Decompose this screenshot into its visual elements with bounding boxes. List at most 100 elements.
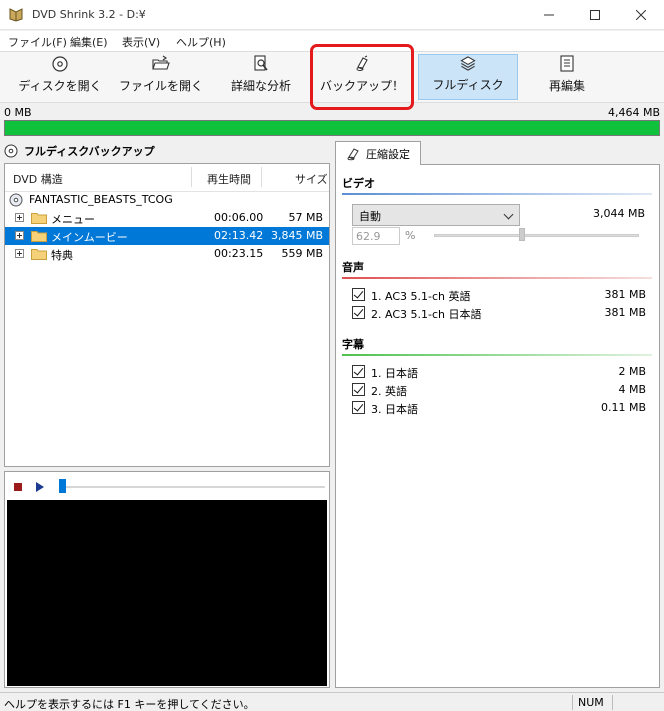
- title-duration: 00:23.15: [214, 247, 264, 260]
- column-duration[interactable]: 再生時間: [207, 171, 251, 187]
- list-document-icon: [560, 55, 574, 72]
- play-icon[interactable]: [36, 482, 44, 492]
- analysis-button[interactable]: 詳細な分析: [222, 54, 300, 100]
- video-ratio-slider-track[interactable]: [434, 234, 639, 237]
- column-divider[interactable]: [261, 167, 262, 187]
- expand-icon[interactable]: [15, 213, 24, 222]
- subtitle-checkbox[interactable]: [352, 383, 365, 396]
- expand-icon[interactable]: [15, 231, 24, 240]
- subtitle-row[interactable]: 3. 日本語 0.11 MB: [352, 399, 646, 417]
- audio-track-size: 381 MB: [604, 306, 646, 319]
- seek-track[interactable]: [61, 486, 325, 488]
- column-structure[interactable]: DVD 構造: [13, 171, 63, 187]
- subtitle-label: 1. 日本語: [371, 367, 418, 380]
- dvd-disc-icon: [9, 193, 23, 207]
- subtitle-section-title: 字幕: [342, 338, 364, 351]
- dvd-structure-panel: DVD 構造 再生時間 サイズ FANTASTIC_BEASTS_TCOG メニ…: [4, 163, 330, 467]
- menu-help[interactable]: ヘルプ(H): [176, 34, 226, 50]
- title-size: 3,845 MB: [270, 229, 323, 242]
- subtitle-size: 2 MB: [618, 365, 646, 378]
- title-size: 559 MB: [281, 247, 323, 260]
- backup-highlight-box: [310, 44, 414, 110]
- audio-track-label: 2. AC3 5.1-ch 日本語: [371, 308, 482, 321]
- tree-row-main-movie[interactable]: メインムービー 02:13.42 3,845 MB: [5, 227, 329, 245]
- full-disc-label: フルディスク: [432, 78, 504, 92]
- video-ratio-slider-thumb[interactable]: [519, 228, 525, 241]
- subtitle-row[interactable]: 1. 日本語 2 MB: [352, 363, 646, 381]
- size-max-label: 4,464 MB: [607, 106, 660, 119]
- open-disc-label: ディスクを開く: [18, 79, 102, 93]
- minimize-button[interactable]: [526, 0, 572, 30]
- video-section-title: ビデオ: [342, 177, 375, 190]
- audio-track-checkbox[interactable]: [352, 306, 365, 319]
- reauthor-label: 再編集: [548, 79, 585, 93]
- video-percent-field[interactable]: 62.9: [352, 227, 400, 245]
- chevron-down-icon: [503, 209, 514, 220]
- tree-row-menu[interactable]: メニュー 00:06.00 57 MB: [5, 209, 329, 227]
- title-duration: 02:13.42: [214, 229, 264, 242]
- audio-track-label: 1. AC3 5.1-ch 英語: [371, 290, 471, 303]
- full-disc-button[interactable]: フルディスク: [418, 54, 518, 100]
- open-files-button[interactable]: ファイルを開く: [112, 54, 210, 100]
- video-section-divider: [342, 193, 652, 195]
- size-min-label: 0 MB: [4, 106, 32, 119]
- tab-label: 圧縮設定: [366, 147, 410, 161]
- video-compression-mode-select[interactable]: 自動: [352, 204, 520, 226]
- menu-file[interactable]: ファイル(F): [8, 34, 67, 50]
- app-icon: [9, 8, 23, 22]
- status-divider: [612, 695, 613, 710]
- open-disc-button[interactable]: ディスクを開く: [12, 54, 108, 100]
- menu-edit[interactable]: 編集(E): [70, 34, 108, 50]
- compress-icon: [347, 147, 359, 160]
- audio-track-row[interactable]: 2. AC3 5.1-ch 日本語 381 MB: [352, 304, 646, 322]
- title-name: 特典: [51, 249, 73, 262]
- window-title: DVD Shrink 3.2 - D:¥: [32, 8, 146, 21]
- percent-symbol: %: [405, 229, 416, 242]
- status-help-text: ヘルプを表示するには F1 キーを押してください。: [4, 698, 255, 711]
- expand-icon[interactable]: [15, 249, 24, 258]
- minimize-icon: [544, 14, 554, 16]
- full-disc-backup-heading: フルディスクバックアップ: [4, 141, 330, 161]
- maximize-button[interactable]: [572, 0, 618, 30]
- subtitle-checkbox[interactable]: [352, 401, 365, 414]
- compression-settings-panel: ビデオ 自動 3,044 MB 62.9 % 音声 1. AC3 5.1-ch …: [335, 164, 660, 688]
- subtitle-label: 2. 英語: [371, 385, 407, 398]
- close-button[interactable]: [618, 0, 664, 30]
- title-name: メインムービー: [51, 231, 128, 244]
- seek-slider-thumb[interactable]: [59, 479, 66, 493]
- title-name: メニュー: [51, 213, 95, 226]
- stop-icon[interactable]: [14, 483, 22, 491]
- stack-icon: [460, 56, 476, 71]
- subtitle-checkbox[interactable]: [352, 365, 365, 378]
- close-icon: [636, 10, 646, 20]
- column-size[interactable]: サイズ: [295, 171, 328, 187]
- preview-player: [4, 471, 330, 688]
- reauthor-button[interactable]: 再編集: [526, 54, 608, 100]
- tree-row-extras[interactable]: 特典 00:23.15 559 MB: [5, 245, 329, 263]
- video-size: 3,044 MB: [592, 207, 645, 220]
- video-percent-value: 62.9: [356, 230, 381, 243]
- title-bar: DVD Shrink 3.2 - D:¥: [0, 0, 664, 30]
- audio-section-divider: [342, 277, 652, 279]
- menu-view[interactable]: 表示(V): [122, 34, 160, 50]
- analysis-label: 詳細な分析: [230, 79, 291, 93]
- folder-icon: [31, 231, 47, 242]
- subtitle-size: 4 MB: [618, 383, 646, 396]
- column-divider[interactable]: [191, 167, 192, 187]
- disc-name: FANTASTIC_BEASTS_TCOG: [29, 193, 173, 206]
- folder-icon: [31, 213, 47, 224]
- status-divider: [572, 695, 573, 710]
- structure-table-header: DVD 構造 再生時間 サイズ: [5, 164, 329, 192]
- disc-size-progress: [4, 120, 660, 136]
- video-mode-value: 自動: [359, 210, 381, 223]
- status-bar: ヘルプを表示するには F1 キーを押してください。 NUM: [0, 692, 664, 711]
- title-duration: 00:06.00: [214, 211, 264, 224]
- tab-compression-settings[interactable]: 圧縮設定: [335, 141, 421, 165]
- subtitle-row[interactable]: 2. 英語 4 MB: [352, 381, 646, 399]
- title-size: 57 MB: [288, 211, 323, 224]
- folder-icon: [31, 249, 47, 260]
- audio-track-row[interactable]: 1. AC3 5.1-ch 英語 381 MB: [352, 286, 646, 304]
- audio-track-size: 381 MB: [604, 288, 646, 301]
- disc-root-row[interactable]: FANTASTIC_BEASTS_TCOG: [5, 191, 329, 209]
- audio-track-checkbox[interactable]: [352, 288, 365, 301]
